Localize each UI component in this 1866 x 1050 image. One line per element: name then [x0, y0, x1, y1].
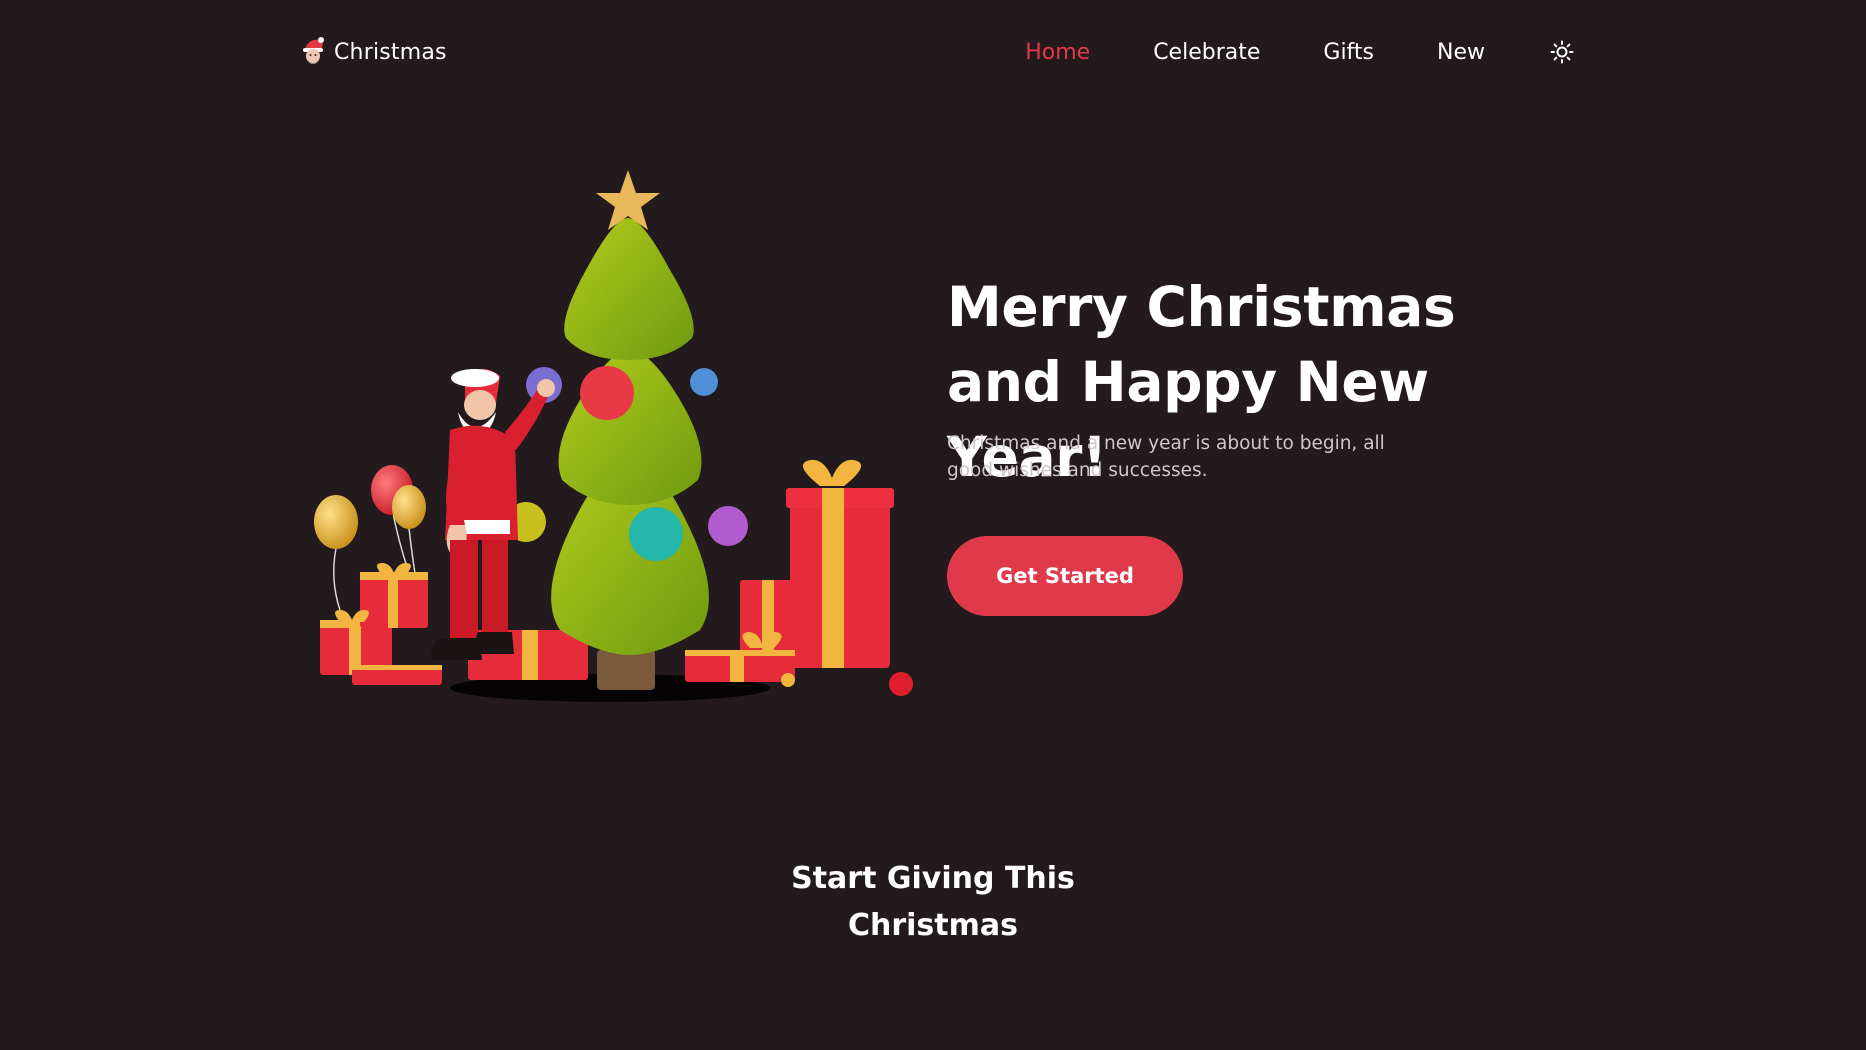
page: Christmas Home Celebrate Gifts New Merry… [0, 0, 1866, 1050]
main-nav: Home Celebrate Gifts New [1025, 39, 1575, 65]
brand-label: Christmas [334, 39, 447, 65]
santa-icon [303, 37, 324, 64]
brand-logo-link[interactable]: Christmas [300, 36, 447, 68]
nav-link-new[interactable]: New [1437, 40, 1485, 65]
nav-link-home[interactable]: Home [1025, 40, 1090, 65]
hero-description: Christmas and a new year is about to beg… [947, 433, 1385, 481]
christmas-tree-illustration [314, 170, 913, 702]
nav-link-gifts[interactable]: Gifts [1323, 40, 1374, 65]
site-header: Christmas Home Celebrate Gifts New [300, 30, 1575, 74]
nav-link-celebrate[interactable]: Celebrate [1153, 40, 1260, 65]
theme-toggle-button[interactable] [1549, 39, 1575, 65]
sun-icon [1550, 40, 1574, 64]
section-title: Start Giving This Christmas [791, 861, 1075, 943]
get-started-button[interactable]: Get Started [947, 536, 1183, 616]
